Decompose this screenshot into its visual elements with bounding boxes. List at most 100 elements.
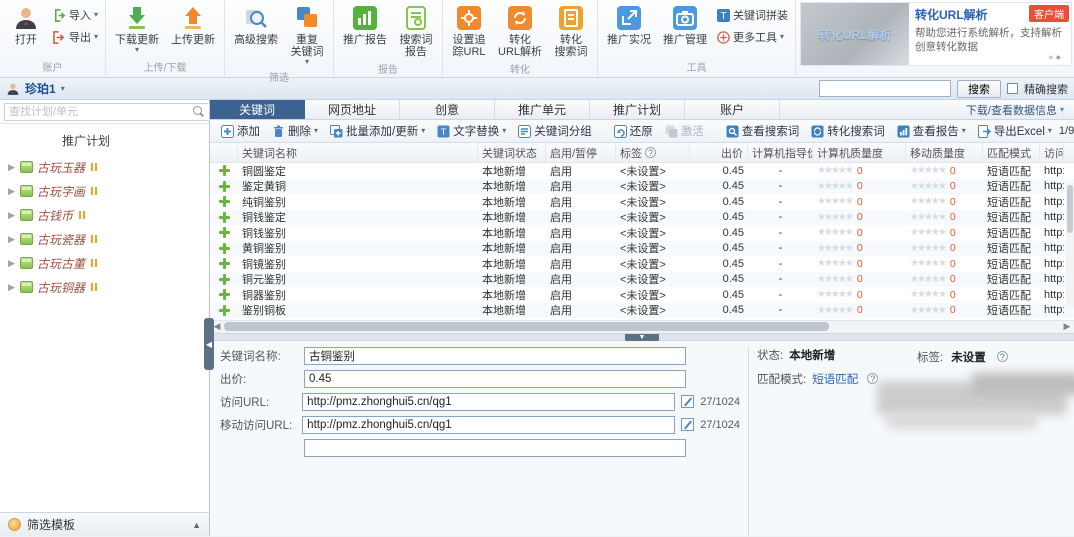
keyword-row[interactable]: 紫铜鉴别 本地新增 启用 <未设置> 0.45 - ★★★★★0 ★★★★★0 … xyxy=(210,318,1074,320)
panel-splitter[interactable]: ▼ xyxy=(210,333,1074,341)
plan-tree-item[interactable]: ▶ 古玩玉器 xyxy=(0,155,209,179)
tab-1[interactable]: 网页地址 xyxy=(305,100,400,119)
tab-2[interactable]: 创意 xyxy=(400,100,495,119)
promo-live-button[interactable]: 推广实况 xyxy=(602,2,656,48)
expand-icon[interactable]: ▶ xyxy=(8,258,16,269)
column-header[interactable]: 匹配模式 xyxy=(983,143,1040,162)
export-excel-button[interactable]: 导出Excel▾ xyxy=(973,121,1057,141)
expand-icon[interactable]: ▶ xyxy=(8,210,16,221)
plan-tree-item[interactable]: ▶ 古玩铜器 xyxy=(0,275,209,299)
add-keyword-icon[interactable] xyxy=(219,181,230,192)
edit-url-icon[interactable] xyxy=(681,395,694,408)
column-header[interactable]: 访问 xyxy=(1040,143,1064,162)
edit-mobile-url-icon[interactable] xyxy=(681,418,694,431)
keyword-search-input[interactable] xyxy=(819,80,951,97)
duplicate-keywords-button[interactable]: 重复 关键词 ▾ xyxy=(285,2,329,68)
keyword-row[interactable]: 铜钱鉴定 本地新增 启用 <未设置> 0.45 - ★★★★★0 ★★★★★0 … xyxy=(210,210,1074,226)
add-keyword-icon[interactable] xyxy=(219,212,230,223)
visit-url-field[interactable] xyxy=(302,393,675,411)
view-search-terms-button[interactable]: 查看搜索词 xyxy=(721,121,805,141)
column-header[interactable]: 出价 xyxy=(690,143,748,162)
keyword-row[interactable]: 鉴定黄铜 本地新增 启用 <未设置> 0.45 - ★★★★★0 ★★★★★0 … xyxy=(210,179,1074,195)
keyword-row[interactable]: 铜钱鉴别 本地新增 启用 <未设置> 0.45 - ★★★★★0 ★★★★★0 … xyxy=(210,225,1074,241)
plan-search-input[interactable] xyxy=(4,103,210,121)
add-keyword-icon[interactable] xyxy=(219,289,230,300)
column-header[interactable]: 标签? xyxy=(616,143,690,162)
add-keyword-icon[interactable] xyxy=(219,227,230,238)
import-button[interactable]: 导入 ▾ xyxy=(50,6,101,24)
set-tracking-url-button[interactable]: 设置追 踪URL xyxy=(447,2,491,60)
tab-5[interactable]: 账户 xyxy=(685,100,780,119)
restore-button[interactable]: 还原 xyxy=(609,121,658,141)
export-button[interactable]: 导出 ▾ xyxy=(50,28,101,46)
keyword-row[interactable]: 铜元鉴别 本地新增 启用 <未设置> 0.45 - ★★★★★0 ★★★★★0 … xyxy=(210,272,1074,288)
add-keyword-icon[interactable] xyxy=(219,196,230,207)
bid-field[interactable] xyxy=(304,370,686,388)
filter-template-bar[interactable]: 筛选模板 ▲ xyxy=(0,512,209,536)
advanced-search-button[interactable]: 高级搜索 xyxy=(229,2,283,48)
scroll-thumb[interactable] xyxy=(224,322,829,331)
help-icon[interactable]: ? xyxy=(645,147,656,158)
vertical-scrollbar[interactable] xyxy=(1066,183,1074,307)
scroll-thumb[interactable] xyxy=(1067,185,1073,233)
carousel-dots[interactable]: ●● xyxy=(1048,52,1063,62)
column-header[interactable]: 关键词名称 xyxy=(238,143,478,162)
keyword-row[interactable]: 铜器鉴别 本地新增 启用 <未设置> 0.45 - ★★★★★0 ★★★★★0 … xyxy=(210,287,1074,303)
column-header[interactable]: 计算机质量度 xyxy=(813,143,906,162)
keyword-row[interactable]: 铜镜鉴别 本地新增 启用 <未设置> 0.45 - ★★★★★0 ★★★★★0 … xyxy=(210,256,1074,272)
expand-icon[interactable]: ▶ xyxy=(8,186,16,197)
add-keyword-icon[interactable] xyxy=(219,305,230,316)
more-tools-button[interactable]: 更多工具 ▾ xyxy=(714,28,791,46)
promo-report-button[interactable]: 推广报告 xyxy=(338,2,392,48)
horizontal-scrollbar[interactable]: ◀ ▶ xyxy=(210,320,1074,333)
account-selector[interactable]: 珍珀1 ▾ xyxy=(6,80,65,97)
keyword-row[interactable]: 铜圆鉴定 本地新增 启用 <未设置> 0.45 - ★★★★★0 ★★★★★0 … xyxy=(210,163,1074,179)
activate-button[interactable]: 激活 xyxy=(660,121,709,141)
column-header[interactable]: 关键词状态 xyxy=(478,143,546,162)
promo-card[interactable]: 转化URL解析 转化URL解析 客户端 帮助您进行系统解析，支持解析创意转化数据… xyxy=(800,2,1072,66)
search-button[interactable]: 搜索 xyxy=(957,80,1001,98)
keyword-assemble-button[interactable]: T 关键词拼装 xyxy=(714,6,791,24)
plan-tree-item[interactable]: ▶ 古钱币 xyxy=(0,203,209,227)
keyword-row[interactable]: 纯铜鉴别 本地新增 启用 <未设置> 0.45 - ★★★★★0 ★★★★★0 … xyxy=(210,194,1074,210)
tab-3[interactable]: 推广单元 xyxy=(495,100,590,119)
expand-icon[interactable]: ▶ xyxy=(8,282,16,293)
exact-search-checkbox[interactable] xyxy=(1007,83,1018,94)
plan-tree-item[interactable]: ▶ 古玩字画 xyxy=(0,179,209,203)
delete-button[interactable]: 删除▾ xyxy=(267,121,323,141)
match-mode-value[interactable]: 短语匹配 xyxy=(812,371,858,387)
tab-0[interactable]: 关键词 xyxy=(210,100,305,119)
promo-manage-button[interactable]: 推广管理 xyxy=(658,2,712,48)
add-keyword-icon[interactable] xyxy=(219,243,230,254)
add-keyword-icon[interactable] xyxy=(219,165,230,176)
batch-add-update-button[interactable]: 批量添加/更新▾ xyxy=(325,121,430,141)
plan-tree-item[interactable]: ▶ 古玩古董 xyxy=(0,251,209,275)
plan-tree-item[interactable]: ▶ 古玩瓷器 xyxy=(0,227,209,251)
scroll-right-arrow[interactable]: ▶ xyxy=(1060,321,1074,332)
add-button[interactable]: 添加 xyxy=(216,121,265,141)
expand-icon[interactable]: ▶ xyxy=(8,162,16,173)
keyword-row[interactable]: 黄铜鉴别 本地新增 启用 <未设置> 0.45 - ★★★★★0 ★★★★★0 … xyxy=(210,241,1074,257)
open-button[interactable]: 打开 xyxy=(4,2,48,48)
data-info-link[interactable]: 下载/查看数据信息▾ xyxy=(966,100,1074,119)
text-replace-button[interactable]: T 文字替换▾ xyxy=(432,121,511,141)
convert-url-parse-button[interactable]: 转化 URL解析 xyxy=(493,2,547,60)
search-term-report-button[interactable]: 搜索词 报告 xyxy=(394,2,438,60)
sidebar-collapse-handle[interactable]: ◀ xyxy=(204,318,214,370)
keyword-name-field[interactable] xyxy=(304,347,686,365)
convert-search-terms-button[interactable]: 转化搜索词 xyxy=(806,121,890,141)
column-header[interactable]: 启用/暂停 xyxy=(546,143,616,162)
keyword-group-button[interactable]: 关键词分组 xyxy=(513,121,597,141)
tab-4[interactable]: 推广计划 xyxy=(590,100,685,119)
mobile-url-field[interactable] xyxy=(302,416,675,434)
expand-icon[interactable]: ▶ xyxy=(8,234,16,245)
keyword-row[interactable]: 鉴别铜板 本地新增 启用 <未设置> 0.45 - ★★★★★0 ★★★★★0 … xyxy=(210,303,1074,319)
column-header[interactable]: 移动质量度 xyxy=(906,143,983,162)
add-keyword-icon[interactable] xyxy=(219,274,230,285)
next-field-cutoff[interactable] xyxy=(304,439,686,457)
add-keyword-icon[interactable] xyxy=(219,258,230,269)
upload-update-button[interactable]: 上传更新 xyxy=(166,2,220,48)
convert-search-terms-button[interactable]: 转化 搜索词 xyxy=(549,2,593,60)
download-update-button[interactable]: 下载更新 ▾ xyxy=(110,2,164,56)
help-icon[interactable]: ? xyxy=(997,351,1008,362)
